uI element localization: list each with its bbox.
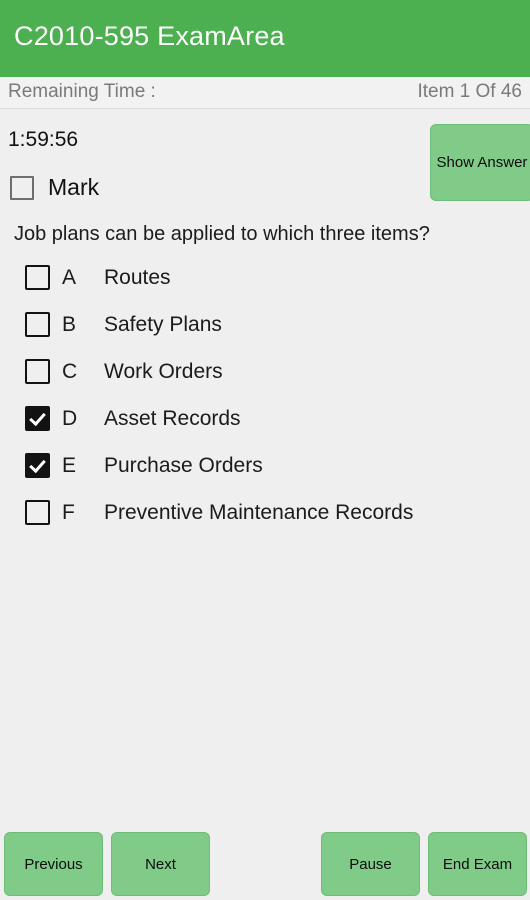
next-button[interactable]: Next [111, 832, 210, 896]
option-row[interactable]: D Asset Records [0, 395, 530, 442]
option-checkbox-d[interactable] [25, 406, 50, 431]
option-checkbox-f[interactable] [25, 500, 50, 525]
option-letter: C [62, 359, 78, 383]
pause-button[interactable]: Pause [321, 832, 420, 896]
mark-checkbox-row[interactable]: Mark [10, 174, 99, 201]
option-row[interactable]: F Preventive Maintenance Records [0, 489, 530, 536]
option-checkbox-e[interactable] [25, 453, 50, 478]
option-checkbox-c[interactable] [25, 359, 50, 384]
option-row[interactable]: C Work Orders [0, 348, 530, 395]
remaining-time-value: 1:59:56 [8, 128, 79, 151]
option-row[interactable]: B Safety Plans [0, 301, 530, 348]
previous-button[interactable]: Previous [4, 832, 103, 896]
option-label: Safety Plans [104, 312, 222, 336]
option-letter: B [62, 312, 77, 336]
status-strip: Remaining Time : Item 1 Of 46 [0, 77, 530, 109]
option-row[interactable]: A Routes [0, 254, 530, 301]
option-label: Purchase Orders [104, 453, 263, 477]
remaining-time-label: Remaining Time : [8, 81, 156, 102]
option-letter: A [62, 265, 77, 289]
option-checkbox-b[interactable] [25, 312, 50, 337]
option-row[interactable]: E Purchase Orders [0, 442, 530, 489]
app-title: C2010-595 ExamArea [14, 21, 285, 51]
option-letter: D [62, 406, 78, 430]
option-label: Preventive Maintenance Records [104, 500, 414, 524]
option-label: Asset Records [104, 406, 241, 430]
show-answer-button[interactable]: Show Answer [430, 124, 530, 201]
option-label: Work Orders [104, 359, 223, 383]
option-checkbox-a[interactable] [25, 265, 50, 290]
question-text: Job plans can be applied to which three … [14, 223, 430, 245]
option-letter: F [62, 500, 75, 524]
answer-options-list: A Routes B Safety Plans C Work Orders D Asset R… [0, 254, 530, 536]
mark-label: Mark [48, 174, 100, 200]
option-label: Routes [104, 265, 171, 289]
option-letter: E [62, 453, 77, 477]
item-counter: Item 1 Of 46 [417, 81, 522, 102]
app-bar: C2010-595 ExamArea [0, 0, 530, 77]
end-exam-button[interactable]: End Exam [428, 832, 527, 896]
mark-checkbox[interactable] [10, 175, 34, 200]
bottom-button-bar: Previous Next Pause End Exam [0, 822, 530, 900]
